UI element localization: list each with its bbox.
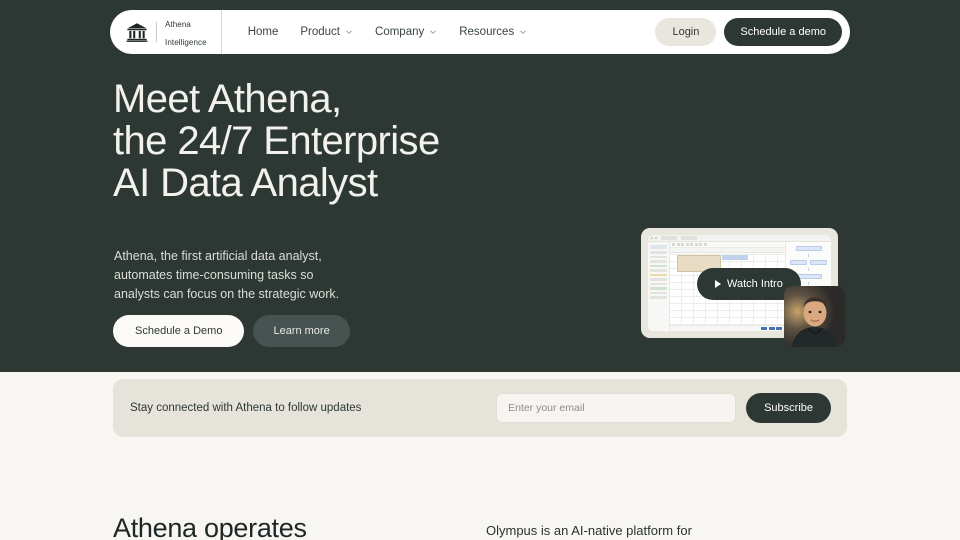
section-body-text: Olympus is an AI-native platform for: [486, 523, 692, 538]
presenter-portrait: [784, 286, 845, 347]
chevron-down-icon: [346, 30, 352, 34]
section-title: Athena operates: [113, 513, 307, 540]
browser-tab: [681, 236, 697, 240]
sidebar-row: [650, 264, 667, 267]
toolbar-icon: [685, 243, 689, 246]
sidebar-row: [650, 282, 667, 285]
chevron-down-icon: [430, 30, 436, 34]
watch-intro-label: Watch Intro: [727, 278, 783, 290]
spreadsheet-column-headers: [670, 248, 785, 253]
nav-item-home-label: Home: [247, 26, 279, 38]
footer-chip: [776, 327, 782, 330]
login-button[interactable]: Login: [655, 18, 717, 46]
nav-actions: Login Schedule a demo: [655, 18, 850, 46]
sidebar-row: [650, 296, 667, 299]
nav-item-product[interactable]: Product: [300, 26, 353, 38]
brand-name-line1: Athena: [165, 20, 191, 29]
chevron-down-icon: [520, 30, 526, 34]
toolbar-icon: [703, 243, 707, 246]
sidebar-row: [650, 269, 667, 272]
sidebar-row: [650, 260, 667, 263]
hero-cta-group: Schedule a Demo Learn more: [113, 315, 350, 347]
newsletter-bar: Stay connected with Athena to follow upd…: [113, 379, 847, 437]
nav-item-company-label: Company: [375, 26, 425, 38]
sidebar-primary-button: [650, 245, 667, 249]
flow-node: [790, 260, 807, 265]
schedule-demo-button[interactable]: Schedule a demo: [724, 18, 842, 46]
newsletter-text: Stay connected with Athena to follow upd…: [130, 402, 362, 414]
bank-building-icon: [126, 23, 148, 42]
sidebar-row: [650, 287, 667, 290]
toolbar-icon: [690, 243, 693, 246]
nav-item-product-label: Product: [300, 26, 341, 38]
navigation-bar: Athena Intelligence Home Product Company: [110, 10, 850, 54]
subscribe-button[interactable]: Subscribe: [746, 393, 831, 423]
nav-item-company[interactable]: Company: [375, 26, 437, 38]
toolbar-icon: [676, 243, 680, 246]
toolbar-icon: [681, 243, 684, 246]
window-dot-icon: [651, 237, 653, 239]
brand-wordmark: Athena Intelligence: [165, 14, 207, 50]
presenter-video-thumbnail[interactable]: [784, 286, 845, 347]
flow-node: [810, 260, 827, 265]
hero-subtext: Athena, the first artificial data analys…: [114, 249, 340, 301]
nav-links: Home Product Company Resources: [248, 26, 528, 38]
hero-heading: Meet Athena, the 24/7 Enterprise AI Data…: [113, 77, 440, 205]
screenshot-sidebar: [648, 242, 670, 331]
newsletter-form: Subscribe: [496, 393, 831, 423]
brand-logo[interactable]: Athena Intelligence: [110, 10, 222, 54]
sidebar-row: [650, 273, 667, 276]
footer-chip: [761, 327, 767, 330]
sidebar-row: [650, 278, 667, 281]
toolbar-icon: [699, 243, 702, 246]
learn-more-button[interactable]: Learn more: [253, 315, 350, 347]
email-input[interactable]: [496, 393, 737, 423]
flow-row: [790, 260, 827, 265]
play-triangle-icon: [715, 280, 721, 288]
flow-connector: [808, 268, 809, 271]
flow-node: [795, 246, 822, 251]
schedule-a-demo-button[interactable]: Schedule a Demo: [113, 315, 245, 347]
sidebar-row: [650, 291, 667, 294]
screenshot-footer: [670, 325, 785, 331]
landing-page: Athena Intelligence Home Product Company: [0, 0, 960, 540]
selected-cell: [722, 255, 748, 260]
sidebar-row: [650, 251, 667, 254]
window-dot-icon: [655, 237, 657, 239]
brand-name-line2: Intelligence: [165, 38, 207, 47]
flow-connector: [808, 282, 809, 285]
toolbar-icon: [694, 243, 698, 246]
screenshot-titlebar: [648, 235, 831, 242]
brand-divider: [156, 22, 157, 42]
flow-connector: [808, 254, 809, 257]
nav-item-resources[interactable]: Resources: [459, 26, 527, 38]
footer-chip: [768, 327, 775, 330]
nav-item-home[interactable]: Home: [248, 26, 279, 38]
nav-item-resources-label: Resources: [459, 26, 515, 38]
toolbar-icon: [672, 243, 675, 246]
browser-tab: [661, 236, 677, 240]
sidebar-row: [650, 255, 667, 258]
